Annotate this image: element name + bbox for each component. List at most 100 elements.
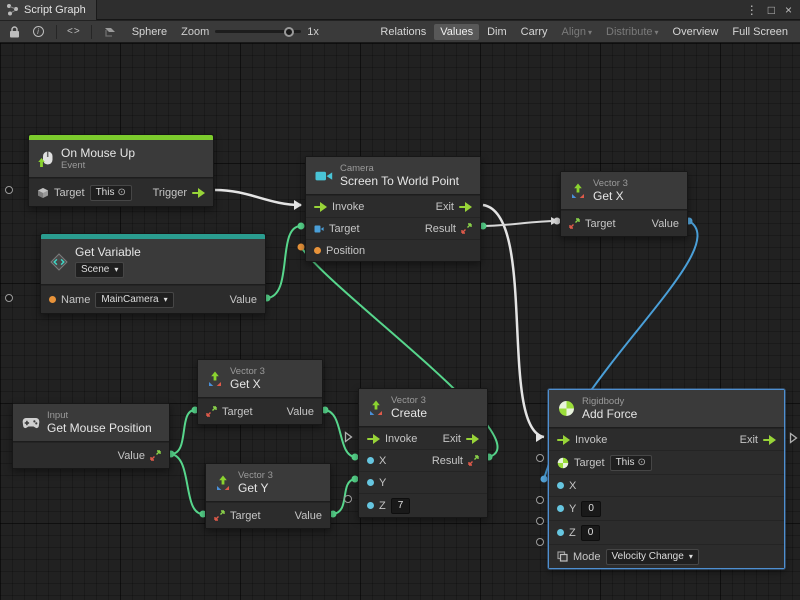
values-button[interactable]: Values: [434, 24, 479, 40]
flow-input-arrow[interactable]: [557, 435, 570, 445]
port-label-exit: Exit: [436, 200, 454, 214]
port-addforce-exit-triangle[interactable]: [789, 432, 798, 444]
zoom-label: Zoom: [181, 26, 209, 38]
wire-result-to-getx-top[interactable]: [483, 221, 557, 226]
align-button[interactable]: Align▾: [556, 24, 598, 40]
variable-scope-dropdown[interactable]: Scene▾: [75, 262, 124, 278]
wire-exit-to-addforce-invoke[interactable]: [483, 205, 544, 437]
node-header: RigidbodyAdd Force: [549, 390, 784, 428]
this-target-chip[interactable]: This⊙: [90, 185, 132, 201]
node-header: InputGet Mouse Position: [13, 404, 169, 442]
port-label-mode: Mode: [573, 550, 601, 564]
x-port-dot[interactable]: [557, 482, 564, 489]
port-create-z-input[interactable]: [344, 495, 352, 503]
node-category: Vector 3: [593, 178, 628, 189]
maximize-icon[interactable]: □: [768, 3, 775, 17]
self-target-icon: ⊙: [637, 456, 645, 470]
vector3-port-icon: [468, 455, 479, 466]
node-get-x-top[interactable]: Vector 3Get X Target Value: [560, 171, 688, 237]
code-brackets-icon[interactable]: <>: [67, 26, 81, 37]
tab-script-graph[interactable]: Script Graph: [0, 0, 97, 20]
node-get-mouse-position[interactable]: InputGet Mouse Position Value: [12, 403, 170, 469]
node-title: On Mouse Up: [61, 146, 135, 160]
port-label-invoke: Invoke: [385, 432, 417, 446]
dim-button[interactable]: Dim: [481, 24, 513, 40]
wire-variable-to-target[interactable]: [267, 226, 301, 298]
wire-arrowhead: [294, 200, 302, 210]
mode-dropdown[interactable]: Velocity Change▾: [606, 549, 699, 565]
lock-icon[interactable]: [6, 24, 22, 40]
node-category: Vector 3: [391, 395, 427, 406]
z-value-field[interactable]: 0: [581, 525, 601, 541]
zoom-slider[interactable]: [215, 30, 301, 33]
node-title: Get Mouse Position: [47, 421, 152, 435]
flow-input-arrow[interactable]: [367, 434, 380, 444]
distribute-button[interactable]: Distribute▾: [600, 24, 664, 40]
chevron-down-icon: ▾: [655, 28, 659, 37]
port-label-y: Y: [569, 502, 576, 516]
close-icon[interactable]: ×: [785, 3, 792, 17]
node-get-variable[interactable]: Get Variable Scene▾ Name MainCamera▾ Val…: [40, 233, 266, 314]
x-port-dot[interactable]: [367, 457, 374, 464]
row-x-result: X Result: [359, 449, 487, 471]
toolbar-divider: [56, 25, 57, 39]
z-value-field[interactable]: 7: [391, 498, 411, 514]
y-port-dot[interactable]: [367, 479, 374, 486]
wire-trigger-to-invoke[interactable]: [215, 190, 301, 205]
overview-button[interactable]: Overview: [667, 24, 725, 40]
port-create-invoke-triangle[interactable]: [344, 431, 353, 443]
node-create-vector3[interactable]: Vector 3Create Invoke Exit X Result: [358, 388, 488, 518]
zoom-slider-handle[interactable]: [284, 27, 294, 37]
row-y: Y: [359, 471, 487, 493]
chevron-down-icon: ▾: [164, 293, 168, 307]
flow-output-arrow[interactable]: [466, 434, 479, 444]
port-label-trigger: Trigger: [153, 186, 187, 200]
port-addforce-target-input[interactable]: [536, 454, 544, 462]
row-y: Y 0: [549, 496, 784, 520]
y-port-dot[interactable]: [557, 505, 564, 512]
node-header: Vector 3Get X: [561, 172, 687, 210]
port-label-value: Value: [287, 405, 314, 419]
zoom-control: Zoom 1x: [181, 26, 319, 38]
port-label-value: Value: [652, 217, 679, 231]
port-addforce-y-input[interactable]: [536, 496, 544, 504]
z-port-dot[interactable]: [367, 502, 374, 509]
variable-name-dropdown[interactable]: MainCamera▾: [95, 292, 173, 308]
fullscreen-button[interactable]: Full Screen: [726, 24, 794, 40]
node-add-force[interactable]: RigidbodyAdd Force Invoke Exit Target Th…: [548, 389, 785, 569]
port-addforce-z-input[interactable]: [536, 517, 544, 525]
node-screen-to-world-point[interactable]: CameraScreen To World Point Invoke Exit …: [305, 156, 481, 262]
this-target-chip[interactable]: This⊙: [610, 455, 652, 471]
port-addforce-mode-input[interactable]: [536, 538, 544, 546]
wire-mouse-to-getx[interactable]: [171, 410, 195, 454]
flow-output-arrow[interactable]: [192, 188, 205, 198]
relations-button[interactable]: Relations: [374, 24, 432, 40]
gamepad-icon: [22, 417, 40, 429]
name-port-dot[interactable]: [49, 296, 56, 303]
flow-input-arrow[interactable]: [314, 202, 327, 212]
flow-output-arrow[interactable]: [763, 435, 776, 445]
row-target-value: Target Value: [206, 502, 330, 528]
node-category: Camera: [340, 163, 459, 174]
node-get-x-mid[interactable]: Vector 3Get X Target Value: [197, 359, 323, 425]
port-label-target: Target: [329, 222, 360, 236]
node-title: Get X: [593, 189, 628, 203]
menu-icon[interactable]: ⋮: [746, 3, 758, 17]
node-title: Get Variable: [75, 245, 141, 259]
toolbar-divider: [91, 25, 92, 39]
z-port-dot[interactable]: [557, 529, 564, 536]
y-value-field[interactable]: 0: [581, 501, 601, 517]
graph-canvas[interactable]: On Mouse UpEvent Target This⊙ Trigger Ca…: [0, 43, 800, 600]
carry-button[interactable]: Carry: [515, 24, 554, 40]
node-header: CameraScreen To World Point: [306, 157, 480, 195]
wire-mouse-to-gety[interactable]: [171, 454, 203, 514]
info-icon[interactable]: i: [30, 24, 46, 40]
port-mouseup-target-input[interactable]: [5, 186, 13, 194]
port-getvariable-name-input[interactable]: [5, 294, 13, 302]
node-get-y[interactable]: Vector 3Get Y Target Value: [205, 463, 331, 529]
node-on-mouse-up[interactable]: On Mouse UpEvent Target This⊙ Trigger: [28, 134, 214, 207]
chevron-down-icon: ▾: [588, 28, 592, 37]
unity-visual-scripting-window: Script Graph ⋮ □ × i <> Sphere Zoom 1x R…: [0, 0, 800, 600]
position-port-dot[interactable]: [314, 247, 321, 254]
flow-output-arrow[interactable]: [459, 202, 472, 212]
